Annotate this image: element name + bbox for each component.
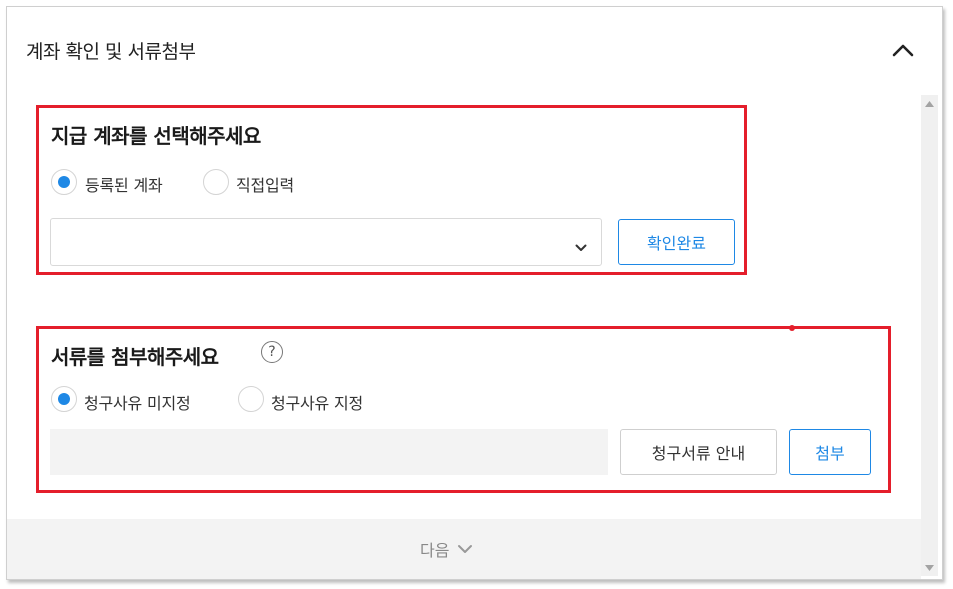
radio-reason-unspecified[interactable] [51, 386, 77, 412]
account-select[interactable] [50, 218, 602, 266]
radio-direct-input-label: 직접입력 [236, 176, 295, 195]
attach-button[interactable]: 첨부 [789, 429, 871, 475]
radio-registered-account[interactable] [51, 169, 77, 195]
vertical-scrollbar[interactable] [921, 95, 938, 576]
radio-reason-specified-label: 청구사유 지정 [271, 394, 364, 413]
confirm-account-button[interactable]: 확인완료 [618, 219, 735, 265]
radio-registered-account-label: 등록된 계좌 [85, 176, 163, 195]
help-icon[interactable]: ? [261, 341, 283, 363]
document-guide-button[interactable]: 청구서류 안내 [620, 429, 777, 475]
page-title: 계좌 확인 및 서류첨부 [26, 41, 196, 63]
chevron-down-icon [575, 237, 587, 256]
radio-reason-specified[interactable] [238, 386, 264, 412]
scroll-down-icon[interactable] [921, 559, 938, 576]
radio-direct-input[interactable] [203, 169, 229, 195]
attachment-file-field[interactable] [50, 429, 608, 475]
next-button[interactable]: 다음 [420, 537, 473, 561]
account-section-title: 지급 계좌를 선택해주세요 [51, 124, 261, 148]
next-button-label: 다음 [420, 541, 450, 560]
chevron-up-icon[interactable] [890, 39, 916, 61]
scroll-up-icon[interactable] [921, 95, 938, 112]
radio-reason-unspecified-label: 청구사유 미지정 [84, 394, 191, 413]
document-section-title: 서류를 첨부해주세요 [51, 345, 219, 369]
panel-frame [6, 6, 943, 580]
chevron-down-icon [458, 545, 473, 553]
